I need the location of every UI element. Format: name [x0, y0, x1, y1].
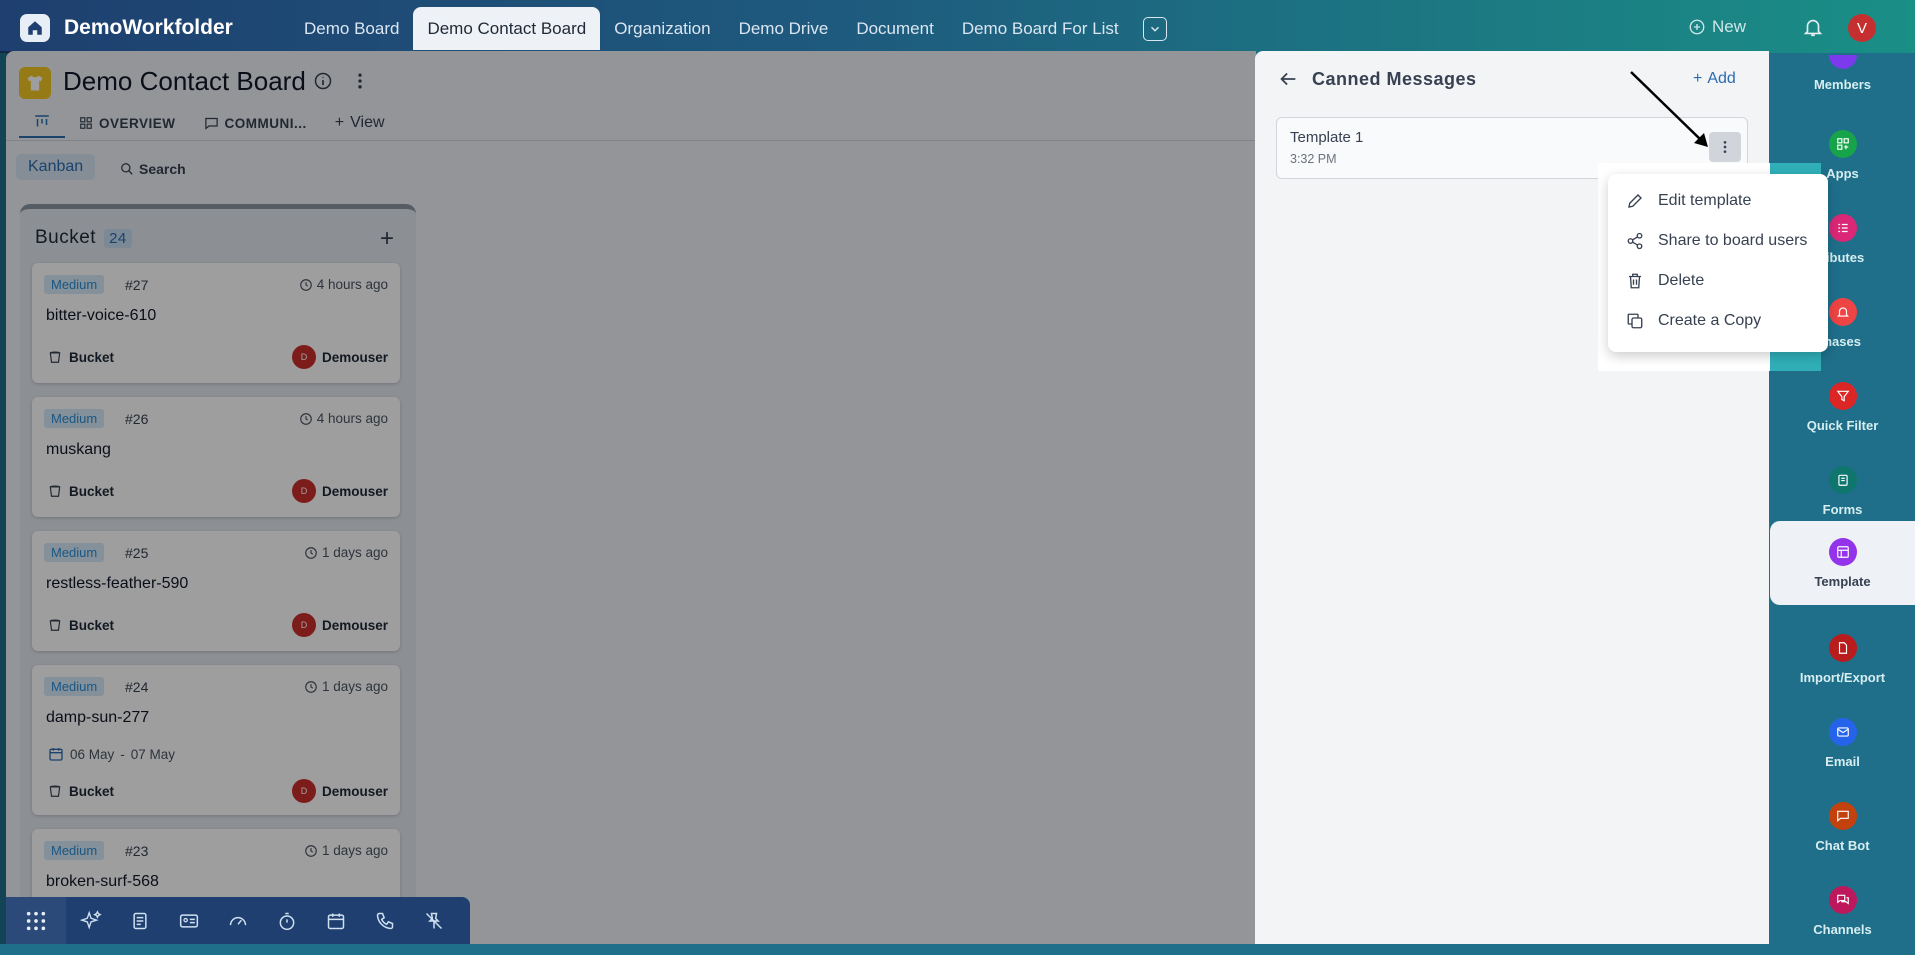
menu-item-edit-template[interactable]: Edit template: [1626, 192, 1751, 210]
ai-button[interactable]: [66, 909, 115, 932]
home-icon: [28, 21, 42, 35]
panel-title: Canned Messages: [1312, 69, 1477, 89]
sidebar-label-apps: Apps: [1826, 165, 1859, 181]
home-button[interactable]: [20, 14, 50, 42]
channels-icon: [1828, 885, 1857, 914]
sidebar-item-members[interactable]: Members: [1770, 31, 1915, 115]
tab-demo-drive[interactable]: Demo Drive: [725, 7, 843, 50]
chevron-down-icon: [1150, 26, 1159, 32]
apps-icon: [1828, 129, 1857, 158]
board-tabs: Demo Board Demo Contact Board Organizati…: [290, 7, 1167, 50]
tab-demo-board[interactable]: Demo Board: [290, 7, 413, 50]
clipboard-icon: [1828, 465, 1857, 494]
menu-item-share[interactable]: Share to board users: [1626, 232, 1807, 250]
menu-item-delete[interactable]: Delete: [1626, 272, 1704, 290]
grid-dots-icon: [26, 911, 46, 930]
plus-icon: +: [1693, 70, 1703, 87]
sidebar-label-import-export: Import/Export: [1799, 669, 1886, 685]
back-button[interactable]: [1277, 68, 1299, 95]
calendar-button[interactable]: [311, 911, 360, 931]
tab-demo-board-for-list[interactable]: Demo Board For List: [948, 7, 1133, 50]
add-label: Add: [1707, 70, 1736, 87]
document-icon: [132, 912, 147, 929]
sidebar-item-import-export[interactable]: Import/Export: [1770, 617, 1915, 701]
modal-backdrop[interactable]: [0, 51, 1256, 944]
sidebar-label-email: Email: [1825, 753, 1860, 769]
new-button[interactable]: New: [1688, 17, 1746, 37]
sidebar-label-chat-bot: Chat Bot: [1815, 837, 1870, 853]
sidebar-item-template[interactable]: Template: [1770, 521, 1915, 605]
sidebar-label-members: Members: [1813, 76, 1872, 92]
members-icon: [1828, 54, 1857, 69]
trash-icon: [1629, 273, 1641, 289]
tab-document[interactable]: Document: [842, 7, 947, 50]
add-template-button[interactable]: + Add: [1693, 70, 1736, 88]
template-name: Template 1: [1290, 129, 1364, 146]
unpin-button[interactable]: [409, 911, 458, 931]
filter-icon: [1828, 381, 1857, 410]
sparkle-icon: [79, 909, 102, 930]
phone-button[interactable]: [360, 911, 409, 931]
copy-icon: [1627, 313, 1643, 329]
id-card-icon: [179, 913, 198, 928]
menu-item-create-copy[interactable]: Create a Copy: [1626, 312, 1761, 330]
sidebar-label-quick-filter: Quick Filter: [1806, 417, 1879, 433]
notes-button[interactable]: [115, 911, 164, 931]
bell-alert-icon: [1828, 297, 1857, 326]
menu-item-label: Share to board users: [1658, 232, 1808, 249]
sidebar-item-channels[interactable]: Channels: [1770, 869, 1915, 953]
apps-grid-button[interactable]: [6, 897, 66, 944]
top-navigation-bar: DemoWorkfolder Demo Board Demo Contact B…: [0, 0, 1915, 53]
gauge-icon: [229, 916, 246, 925]
kebab-icon: [1723, 141, 1727, 153]
tab-organization[interactable]: Organization: [600, 7, 724, 50]
new-button-label: New: [1712, 17, 1747, 36]
template-context-menu: Edit template Share to board users Delet…: [1608, 174, 1828, 352]
arrow-left-icon: [1280, 72, 1296, 86]
sidebar-label-phases: hases: [1824, 333, 1861, 349]
sidebar-item-chat-bot[interactable]: Chat Bot: [1770, 785, 1915, 869]
contacts-button[interactable]: [164, 911, 213, 931]
stopwatch-icon: [279, 912, 294, 930]
sidebar-item-email[interactable]: Email: [1770, 701, 1915, 785]
calendar-icon: [327, 913, 344, 929]
chatbot-icon: [1828, 801, 1857, 830]
template-menu-button[interactable]: [1709, 132, 1741, 162]
sidebar-label-channels: Channels: [1813, 921, 1872, 937]
dashboard-button[interactable]: [213, 911, 262, 931]
share-icon: [1627, 232, 1643, 250]
more-tabs-button[interactable]: [1142, 17, 1167, 41]
sidebar-item-quick-filter[interactable]: Quick Filter: [1770, 365, 1915, 449]
mail-icon: [1828, 717, 1857, 746]
menu-item-label: Create a Copy: [1658, 312, 1762, 329]
bottom-dock: [6, 897, 470, 944]
sidebar-label-forms: Forms: [1822, 501, 1863, 517]
plus-circle-icon: [1689, 19, 1705, 35]
list-icon: [1828, 213, 1857, 242]
menu-item-label: Delete: [1658, 272, 1705, 289]
sidebar-label-template: Template: [1814, 573, 1871, 589]
timer-button[interactable]: [262, 911, 311, 931]
file-export-icon: [1828, 633, 1857, 662]
pencil-icon: [1628, 194, 1642, 208]
tab-demo-contact-board[interactable]: Demo Contact Board: [413, 7, 601, 50]
unpin-icon: [425, 912, 442, 929]
template-icon: [1828, 537, 1857, 566]
template-time: 3:32 PM: [1290, 152, 1337, 166]
phone-icon: [376, 912, 393, 929]
menu-item-label: Edit template: [1658, 192, 1752, 209]
workspace-name[interactable]: DemoWorkfolder: [64, 16, 233, 40]
